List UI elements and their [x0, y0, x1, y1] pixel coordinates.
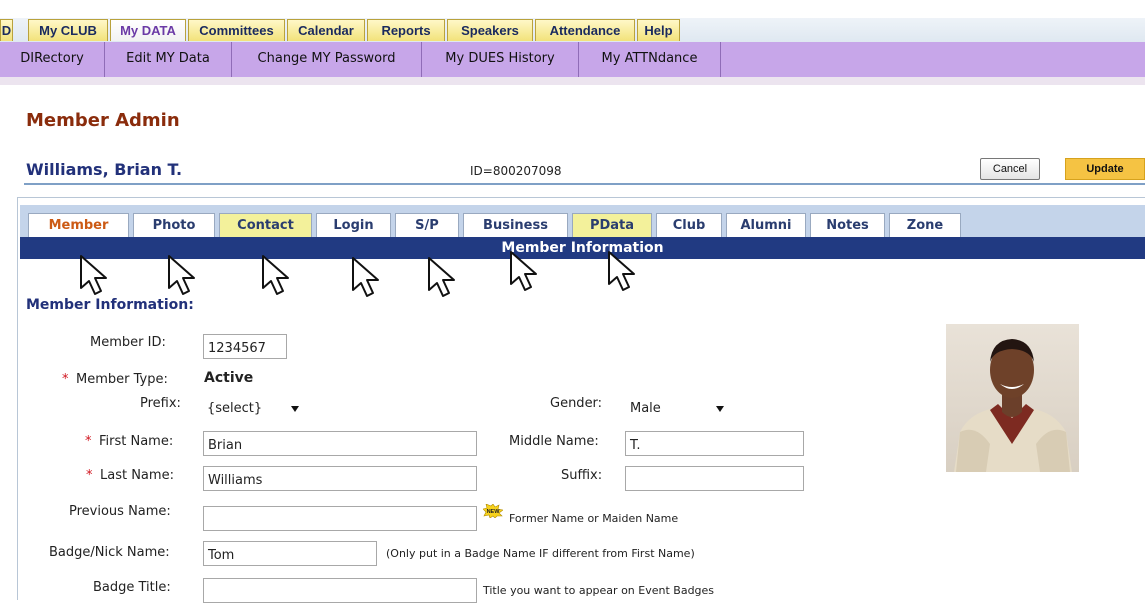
tab-sp[interactable]: S/P: [395, 213, 459, 237]
cursor-arrow-icon: [428, 257, 455, 297]
svg-text:NEW: NEW: [487, 509, 501, 515]
tab-club[interactable]: Club: [656, 213, 722, 237]
chevron-down-icon: [291, 406, 299, 412]
required-marker: *: [85, 434, 92, 449]
middle-name-label: Middle Name:: [509, 434, 599, 449]
top-tab-speakers[interactable]: Speakers: [447, 19, 533, 41]
prefix-label: Prefix:: [140, 396, 181, 411]
cancel-button[interactable]: Cancel: [980, 158, 1040, 180]
sub-menu-directory[interactable]: DIRectory: [0, 42, 105, 77]
top-tab-reports[interactable]: Reports: [367, 19, 445, 41]
top-nav-tabs: D My CLUB My DATA Committees Calendar Re…: [0, 18, 1145, 42]
required-marker: *: [86, 468, 93, 483]
tab-zone[interactable]: Zone: [889, 213, 961, 237]
cursor-arrow-icon: [352, 257, 379, 297]
cursor-arrow-icon: [510, 251, 537, 291]
member-type-label: Member Type:: [76, 372, 168, 387]
heading-divider: [24, 183, 1145, 185]
member-id-field[interactable]: 1234567: [203, 334, 287, 359]
badge-nick-name-note: (Only put in a Badge Name IF different f…: [386, 547, 695, 560]
update-button[interactable]: Update: [1065, 158, 1145, 180]
top-tab-help[interactable]: Help: [637, 19, 680, 41]
member-photo: [946, 324, 1079, 472]
member-id-label: Member ID:: [90, 335, 166, 350]
tab-notes[interactable]: Notes: [810, 213, 885, 237]
top-tab-d[interactable]: D: [0, 19, 13, 41]
first-name-label: First Name:: [99, 434, 174, 449]
chevron-down-icon: [716, 406, 724, 412]
badge-nick-name-label: Badge/Nick Name:: [49, 545, 170, 560]
suffix-field[interactable]: [625, 466, 804, 491]
badge-title-label: Badge Title:: [93, 580, 171, 595]
gender-label: Gender:: [550, 396, 603, 411]
last-name-label: Last Name:: [100, 468, 174, 483]
sub-menu-shadow: [0, 77, 1145, 85]
badge-title-field[interactable]: [203, 578, 477, 603]
tab-business[interactable]: Business: [463, 213, 568, 237]
section-heading: Member Information:: [26, 297, 194, 313]
new-badge-icon: NEW: [483, 504, 503, 518]
cursor-arrow-icon: [608, 251, 635, 291]
tab-member[interactable]: Member: [28, 213, 129, 238]
previous-name-note: Former Name or Maiden Name: [509, 512, 679, 525]
member-type-value: Active: [204, 370, 254, 386]
member-record-id: ID=800207098: [470, 164, 562, 178]
previous-name-field[interactable]: [203, 506, 477, 531]
cursor-arrow-icon: [262, 255, 289, 295]
sub-menu-bar: DIRectory Edit MY Data Change MY Passwor…: [0, 42, 1145, 85]
badge-title-note: Title you want to appear on Event Badges: [483, 584, 715, 597]
page-title: Member Admin: [26, 110, 180, 131]
last-name-field[interactable]: Williams: [203, 466, 477, 491]
middle-name-field[interactable]: T.: [625, 431, 804, 456]
sub-menu-edit-my-data[interactable]: Edit MY Data: [105, 42, 232, 77]
sub-menu-dues-history[interactable]: My DUES History: [422, 42, 579, 77]
tab-pdata[interactable]: PData: [572, 213, 652, 237]
tab-photo[interactable]: Photo: [133, 213, 215, 237]
top-tab-committees[interactable]: Committees: [188, 19, 285, 41]
cursor-arrow-icon: [80, 255, 107, 295]
member-name-heading: Williams, Brian T.: [26, 160, 183, 179]
required-marker: *: [62, 372, 69, 387]
previous-name-label: Previous Name:: [69, 504, 171, 519]
top-tab-calendar[interactable]: Calendar: [287, 19, 365, 41]
tab-alumni[interactable]: Alumni: [726, 213, 806, 237]
sub-menu-change-password[interactable]: Change MY Password: [232, 42, 422, 77]
first-name-field[interactable]: Brian: [203, 431, 477, 456]
top-tab-my-club[interactable]: My CLUB: [28, 19, 108, 41]
sub-menu-attendance[interactable]: My ATTNdance: [579, 42, 721, 77]
tab-contact[interactable]: Contact: [219, 213, 312, 237]
top-tab-attendance[interactable]: Attendance: [535, 19, 635, 41]
badge-nick-name-field[interactable]: Tom: [203, 541, 377, 566]
cursor-arrow-icon: [168, 255, 195, 295]
top-tab-my-data[interactable]: My DATA: [110, 19, 186, 41]
suffix-label: Suffix:: [561, 468, 603, 483]
tab-login[interactable]: Login: [316, 213, 391, 237]
